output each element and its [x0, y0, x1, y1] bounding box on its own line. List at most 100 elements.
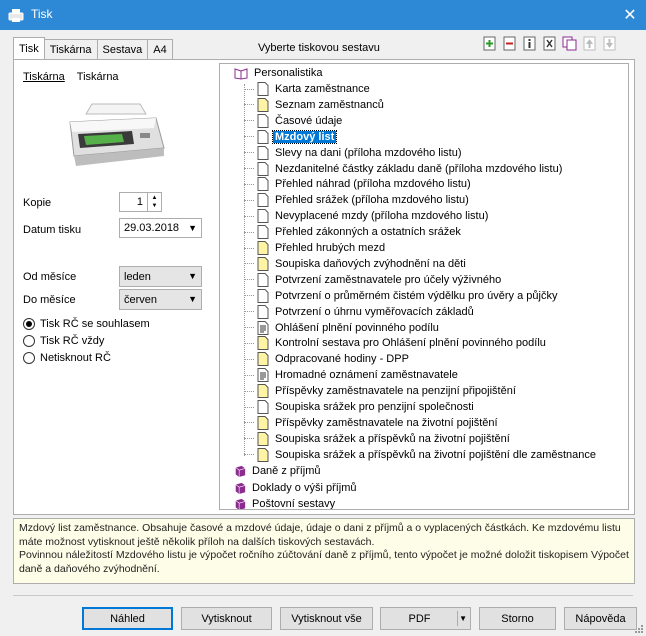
page-icon	[257, 177, 269, 192]
tree-item-label: Příspěvky zaměstnavatele na životní poji…	[275, 416, 498, 429]
tab-tiskarna[interactable]: Tiskárna	[43, 39, 98, 59]
to-month-select[interactable]: červen ▼	[119, 289, 202, 310]
tree-item-label: Soupiska srážek a příspěvků na životní p…	[275, 432, 510, 445]
close-button[interactable]: ✕	[614, 0, 646, 30]
cancel-button[interactable]: Storno	[479, 607, 556, 630]
printer-illustration	[69, 103, 165, 166]
tree-item-label: Soupiska srážek a příspěvků na životní p…	[275, 448, 597, 461]
print-all-button[interactable]: Vytisknout vše	[280, 607, 373, 630]
tree-item[interactable]: Příspěvky zaměstnavatele na penzijní při…	[244, 383, 518, 399]
info-icon[interactable]	[522, 36, 537, 51]
delete-icon[interactable]	[542, 36, 557, 51]
print-button[interactable]: Vytisknout	[181, 607, 272, 630]
tree-item-label-selected: Mzdový list	[271, 129, 338, 144]
preview-button[interactable]: Náhled	[82, 607, 173, 630]
move-up-icon[interactable]	[582, 36, 597, 51]
printer-link-selected[interactable]: Tiskárna	[23, 71, 65, 83]
tree-item[interactable]: Kontrolní sestava pro Ohlášení plnění po…	[244, 335, 548, 351]
tree-item[interactable]: Časové údaje	[244, 113, 344, 129]
yellow-page-icon	[257, 336, 269, 351]
tree-connector	[244, 422, 254, 424]
yellow-page-icon	[257, 384, 269, 399]
tree-item[interactable]: Nezdanitelné částky základu daně (příloh…	[244, 161, 564, 177]
to-month-label: Do měsíce	[23, 294, 76, 306]
tab-sestava[interactable]: Sestava	[96, 39, 149, 59]
tree-item[interactable]: Nevyplacené mzdy (příloha mzdového listu…	[244, 208, 490, 224]
tree-item[interactable]: Ohlášení plnění povinného podílu	[244, 320, 441, 336]
printer-link[interactable]: Tiskárna	[77, 71, 119, 83]
resize-grip-icon[interactable]	[634, 624, 644, 634]
tree-item[interactable]: Přehled náhrad (příloha mzdového listu)	[244, 176, 473, 192]
copies-label: Kopie	[23, 197, 52, 209]
chevron-down-icon[interactable]: ▼	[459, 614, 467, 623]
tree-root-personalistika[interactable]: Personalistika	[234, 65, 324, 81]
tree-item[interactable]: Potvrzení zaměstnavatele pro účely výživ…	[244, 272, 503, 288]
move-down-icon[interactable]	[602, 36, 617, 51]
yellow-page-icon	[257, 97, 269, 112]
tree-item[interactable]: Soupiska srážek a příspěvků na životní p…	[244, 431, 512, 447]
tree-connector	[244, 342, 254, 344]
add-icon[interactable]	[482, 36, 497, 51]
report-tree[interactable]: Personalistika Karta zaměstnance Seznam z…	[219, 63, 629, 510]
from-month-select[interactable]: leden ▼	[119, 266, 202, 287]
description-panel: Mzdový list zaměstnance. Obsahuje časové…	[13, 518, 635, 584]
tree-group-label: Doklady o výši příjmů	[252, 481, 357, 494]
pdf-button[interactable]: PDF ▼	[380, 607, 471, 630]
page-icon	[257, 272, 269, 287]
date-picker[interactable]: 29.03.2018 ▼	[119, 218, 202, 238]
spin-arrows-icon[interactable]: ▲ ▼	[147, 193, 161, 211]
tree-item-label: Potvrzení o úhrnu vyměřovacích základů	[275, 305, 474, 318]
tree-item[interactable]: Hromadné oznámení zaměstnavatele	[244, 367, 460, 383]
page-icon	[257, 82, 269, 96]
tree-item[interactable]: Přehled zákonných a ostatních srážek	[244, 224, 463, 240]
tree-item-label: Potvrzení o průměrném čistém výdělku pro…	[275, 289, 558, 302]
printer-app-icon	[8, 9, 24, 22]
radio-rc-always[interactable]: Tisk RČ vždy	[23, 335, 104, 347]
tree-connector	[244, 120, 254, 122]
tree-group[interactable]: Poštovní sestavy	[234, 496, 337, 509]
chevron-down-icon: ▼	[188, 271, 197, 281]
tree-item[interactable]: Karta zaměstnance	[244, 81, 372, 97]
tree-connector	[244, 438, 254, 440]
date-value: 29.03.2018	[124, 222, 180, 234]
tree-connector	[244, 231, 254, 233]
help-button[interactable]: Nápověda	[564, 607, 637, 630]
tree-item[interactable]: Mzdový list	[244, 129, 338, 145]
copy-icon[interactable]	[562, 36, 577, 51]
tree-item[interactable]: Odpracované hodiny - DPP	[244, 351, 411, 367]
tree-item[interactable]: Přehled srážek (příloha mzdového listu)	[244, 192, 471, 208]
tree-item[interactable]: Slevy na dani (příloha mzdového listu)	[244, 145, 463, 161]
tree-item[interactable]: Soupiska daňových zvýhodnění na děti	[244, 256, 468, 272]
tree-item-label: Přehled náhrad (příloha mzdového listu)	[275, 178, 471, 191]
tab-a4[interactable]: A4	[147, 39, 173, 59]
yellow-page-icon	[257, 431, 269, 446]
from-month-value: leden	[124, 270, 151, 283]
tree-item[interactable]: Potvrzení o průměrném čistém výdělku pro…	[244, 288, 559, 304]
tree-item[interactable]: Soupiska srážek pro penzijní společnosti	[244, 399, 476, 415]
tree-item[interactable]: Seznam zaměstnanců	[244, 97, 386, 113]
tree-item[interactable]: Přehled hrubých mezd	[244, 240, 387, 256]
tree-connector	[244, 295, 254, 297]
radio-rc-consent[interactable]: Tisk RČ se souhlasem	[23, 318, 150, 330]
tree-group[interactable]: Doklady o výši příjmů	[234, 480, 359, 496]
tree-root-label: Personalistika	[254, 67, 323, 79]
yellow-page-icon	[257, 447, 269, 462]
tree-connector	[244, 374, 254, 376]
from-month-label: Od měsíce	[23, 271, 77, 283]
page-icon	[257, 225, 269, 240]
tree-item[interactable]: Soupiska srážek a příspěvků na životní p…	[244, 447, 598, 463]
tree-connector	[244, 136, 254, 138]
page-icon	[257, 161, 269, 176]
radio-label: Tisk RČ vždy	[40, 335, 105, 347]
tab-tisk[interactable]: Tisk	[13, 37, 45, 59]
tree-item[interactable]: Potvrzení o úhrnu vyměřovacích základů	[244, 304, 476, 320]
tree-group[interactable]: Daně z příjmů	[234, 463, 322, 479]
tree-item-label: Přehled zákonných a ostatních srážek	[275, 226, 461, 239]
pdf-label: PDF	[408, 612, 431, 625]
copies-spinner[interactable]: 1 ▲ ▼	[119, 192, 162, 212]
tree-item-label: Ohlášení plnění povinného podílu	[275, 321, 439, 334]
remove-icon[interactable]	[502, 36, 517, 51]
radio-rc-none[interactable]: Netisknout RČ	[23, 352, 111, 364]
tree-item[interactable]: Příspěvky zaměstnavatele na životní poji…	[244, 415, 500, 431]
tree-item-label: Přehled hrubých mezd	[275, 242, 386, 254]
